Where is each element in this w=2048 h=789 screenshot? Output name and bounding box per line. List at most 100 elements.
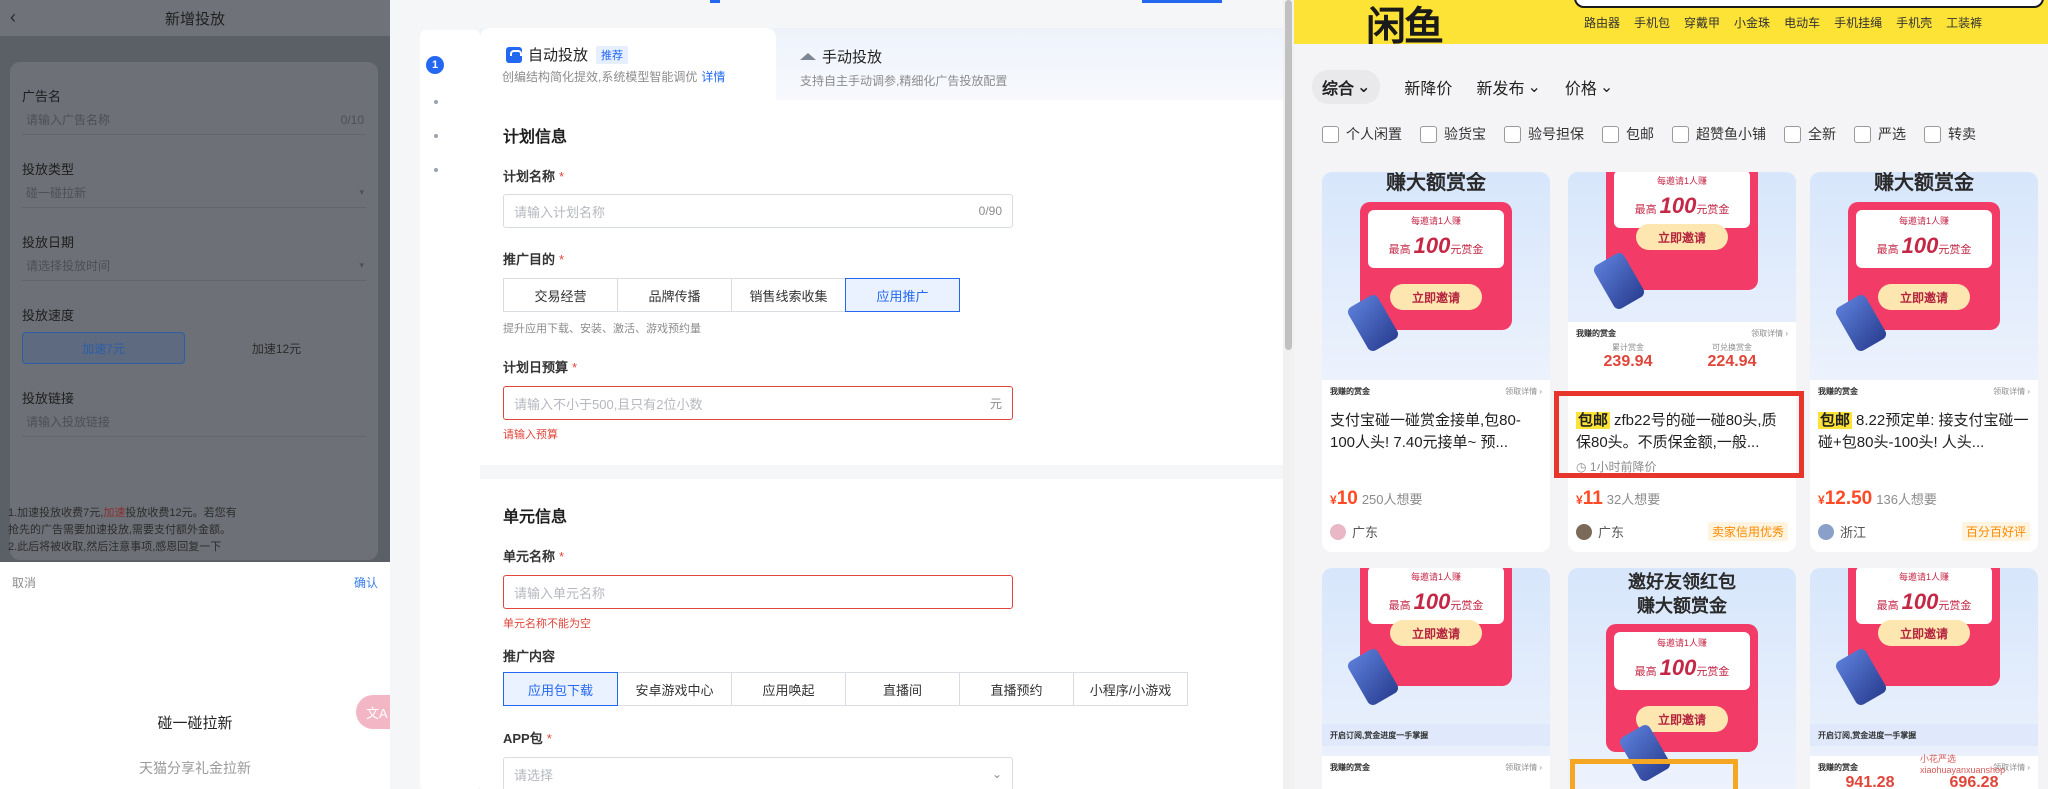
confirm-button[interactable]: 确认 xyxy=(354,574,378,591)
checkbox[interactable] xyxy=(1854,125,1871,143)
product-card[interactable]: 赚大额赏金 每邀请1人赚 最高 100元赏金 立即邀请 我赚的赏金 领取详情 ›… xyxy=(1322,172,1550,552)
ad-type-select[interactable]: 碰一碰拉新 ▾ xyxy=(22,178,366,208)
layers-icon xyxy=(800,53,816,60)
hot-word[interactable]: 手机挂绳 xyxy=(1834,14,1882,31)
filter-checkbox[interactable]: 验号担保 xyxy=(1504,124,1584,144)
step-1-badge[interactable]: 1 xyxy=(426,56,444,74)
content-option-selected[interactable]: 应用包下载 xyxy=(503,672,618,706)
ad-date-select[interactable]: 请选择投放时间 ▾ xyxy=(22,251,366,281)
picker-option-selected[interactable]: 碰一碰拉新 xyxy=(0,712,390,733)
reward-strip: 我赚的赏金 领取详情 › xyxy=(1810,380,2038,402)
back-icon[interactable]: ‹ xyxy=(10,7,16,28)
product-card[interactable]: 每邀请1人赚 最高 100元赏金 立即邀请 开启订阅,赏金进度一手掌握 我赚的赏… xyxy=(1810,568,2038,789)
budget-input[interactable]: 请输入不小于500,且只有2位小数 元 xyxy=(503,386,1013,420)
note-line-1: 1.加速投放收费7元,加速投放收费12元。若您有 xyxy=(8,505,388,522)
filter-checkbox[interactable]: 超赞鱼小铺 xyxy=(1672,124,1766,144)
hot-word[interactable]: 工装裤 xyxy=(1946,14,1982,31)
goal-option[interactable]: 销售线索收集 xyxy=(731,278,846,312)
hot-word[interactable]: 穿戴甲 xyxy=(1684,14,1720,31)
step-dot[interactable] xyxy=(434,100,438,104)
goal-option[interactable]: 品牌传播 xyxy=(617,278,732,312)
sort-comprehensive[interactable]: 综合 ⌄ xyxy=(1312,70,1381,104)
translate-icon[interactable]: 文A xyxy=(356,695,390,729)
step-dot[interactable] xyxy=(434,134,438,138)
price-number: 10 xyxy=(1336,488,1358,509)
checkbox[interactable] xyxy=(1420,125,1437,143)
product-card[interactable]: 赚大额赏金 每邀请1人赚 最高 100元赏金 立即邀请 我赚的赏金 领取详情 ›… xyxy=(1810,172,2038,552)
checkbox[interactable] xyxy=(1784,125,1801,143)
hot-word[interactable]: 小金珠 xyxy=(1734,14,1770,31)
content-option[interactable]: 直播预约 xyxy=(959,672,1074,706)
tab-manual-title[interactable]: 手动投放 xyxy=(800,46,882,67)
cancel-button[interactable]: 取消 xyxy=(12,574,36,591)
speed-option-7[interactable]: 加速7元 xyxy=(22,332,185,364)
hot-word[interactable]: 手机壳 xyxy=(1896,14,1932,31)
content-option[interactable]: 应用唤起 xyxy=(731,672,846,706)
checkbox[interactable] xyxy=(1504,125,1521,143)
content-option[interactable]: 小程序/小游戏 xyxy=(1073,672,1188,706)
hot-word[interactable]: 路由器 xyxy=(1584,14,1620,31)
filter-checkbox[interactable]: 全新 xyxy=(1784,124,1836,144)
reward-prefix: 最高 xyxy=(1388,244,1411,256)
checkbox[interactable] xyxy=(1924,125,1941,143)
nav-bar: ‹ 新增投放 xyxy=(0,0,390,36)
reward-number: 100 xyxy=(1901,589,1939,614)
filter-checkbox[interactable]: 转卖 xyxy=(1924,124,1976,144)
scrollbar-thumb[interactable] xyxy=(1285,0,1292,350)
hot-word[interactable]: 电动车 xyxy=(1784,14,1820,31)
strip-more: 领取详情 › xyxy=(1505,763,1542,772)
step-dot[interactable] xyxy=(434,168,438,172)
app-label: APP包 * xyxy=(503,728,552,747)
checkbox[interactable] xyxy=(1322,125,1339,143)
sort-price-drop[interactable]: 新降价 xyxy=(1404,75,1452,99)
goal-option[interactable]: 交易经营 xyxy=(503,278,618,312)
content-option[interactable]: 直播间 xyxy=(845,672,960,706)
filter-checkbox[interactable]: 验货宝 xyxy=(1420,124,1486,144)
wants-count: 136人想要 xyxy=(1876,492,1937,507)
price-value: ¥12.50 xyxy=(1818,488,1872,510)
promo-headline: 赚大额赏金 xyxy=(1386,172,1486,194)
label-text: 推广目的 xyxy=(503,252,556,267)
product-image: 赚大额赏金 每邀请1人赚 最高 100元赏金 立即邀请 我赚的赏金 领取详情 › xyxy=(1322,172,1550,402)
filter-checkbox[interactable]: 包邮 xyxy=(1602,124,1654,144)
seller-location: 广东 xyxy=(1598,525,1625,540)
hot-word[interactable]: 手机包 xyxy=(1634,14,1670,31)
placeholder: 请选择 xyxy=(514,767,554,783)
content-label: 推广内容 xyxy=(503,649,556,664)
tab-manual-label: 手动投放 xyxy=(822,49,883,66)
checkbox[interactable] xyxy=(1672,125,1689,143)
plan-name-input[interactable]: 请输入计划名称 0/90 xyxy=(503,194,1013,228)
sort-label: 新发布 xyxy=(1476,81,1525,98)
filter-checkbox[interactable]: 个人闲置 xyxy=(1322,124,1402,144)
ad-name-input[interactable]: 请输入广告名称 0/10 xyxy=(22,105,366,135)
content-option[interactable]: 安卓游戏中心 xyxy=(617,672,732,706)
currency: ¥ xyxy=(1576,493,1583,507)
picker-option[interactable]: 天猫分享礼金拉新 xyxy=(0,758,390,778)
ad-form-card: 广告名 请输入广告名称 0/10 投放类型 碰一碰拉新 ▾ 投放日期 请选择投放… xyxy=(10,62,378,560)
tab-auto-title[interactable]: 自动投放 推荐 xyxy=(506,44,629,65)
speed-option-12[interactable]: 加速12元 xyxy=(195,332,358,364)
checkbox[interactable] xyxy=(1602,125,1619,143)
scrollbar[interactable] xyxy=(1283,0,1294,789)
filter-checkbox[interactable]: 严选 xyxy=(1854,124,1906,144)
seller-location: 广东 xyxy=(1352,525,1379,540)
char-count: 0/90 xyxy=(978,204,1002,218)
checkbox-label: 个人闲置 xyxy=(1346,126,1402,142)
reward-number: 100 xyxy=(1659,655,1697,680)
sort-price[interactable]: 价格 ⌄ xyxy=(1565,75,1613,99)
link-input[interactable]: 请输入投放链接 xyxy=(22,407,366,437)
search-input[interactable] xyxy=(1574,0,2044,8)
product-card[interactable]: 每邀请1人赚 最高 100元赏金 立即邀请 开启订阅,赏金进度一手掌握 我赚的赏… xyxy=(1322,568,1550,789)
product-image: 邀好友领红包 赚大额赏金 每邀请1人赚 最高 100元赏金 立即邀请 xyxy=(1568,568,1796,789)
details-link[interactable]: 详情 xyxy=(701,70,725,84)
caret-down-icon: ▾ xyxy=(359,260,364,270)
product-card[interactable]: 邀好友领红包 赚大额赏金 每邀请1人赚 最高 100元赏金 立即邀请 xyxy=(1568,568,1796,789)
product-card[interactable]: 每邀请1人赚 最高 100元赏金 立即邀请 我赚的赏金 领取详情 › 累计赏金 2… xyxy=(1568,172,1796,552)
sort-newest[interactable]: 新发布 ⌄ xyxy=(1476,75,1540,99)
strip-title: 我赚的赏金 xyxy=(1818,387,1858,396)
unit-name-input[interactable]: 请输入单元名称 xyxy=(503,575,1013,609)
app-select[interactable]: 请选择 ⌄ xyxy=(503,757,1013,789)
promo-headline: 邀好友领红包 xyxy=(1628,572,1736,592)
label-text: APP包 xyxy=(503,731,543,746)
goal-option-selected[interactable]: 应用推广 xyxy=(845,278,960,312)
